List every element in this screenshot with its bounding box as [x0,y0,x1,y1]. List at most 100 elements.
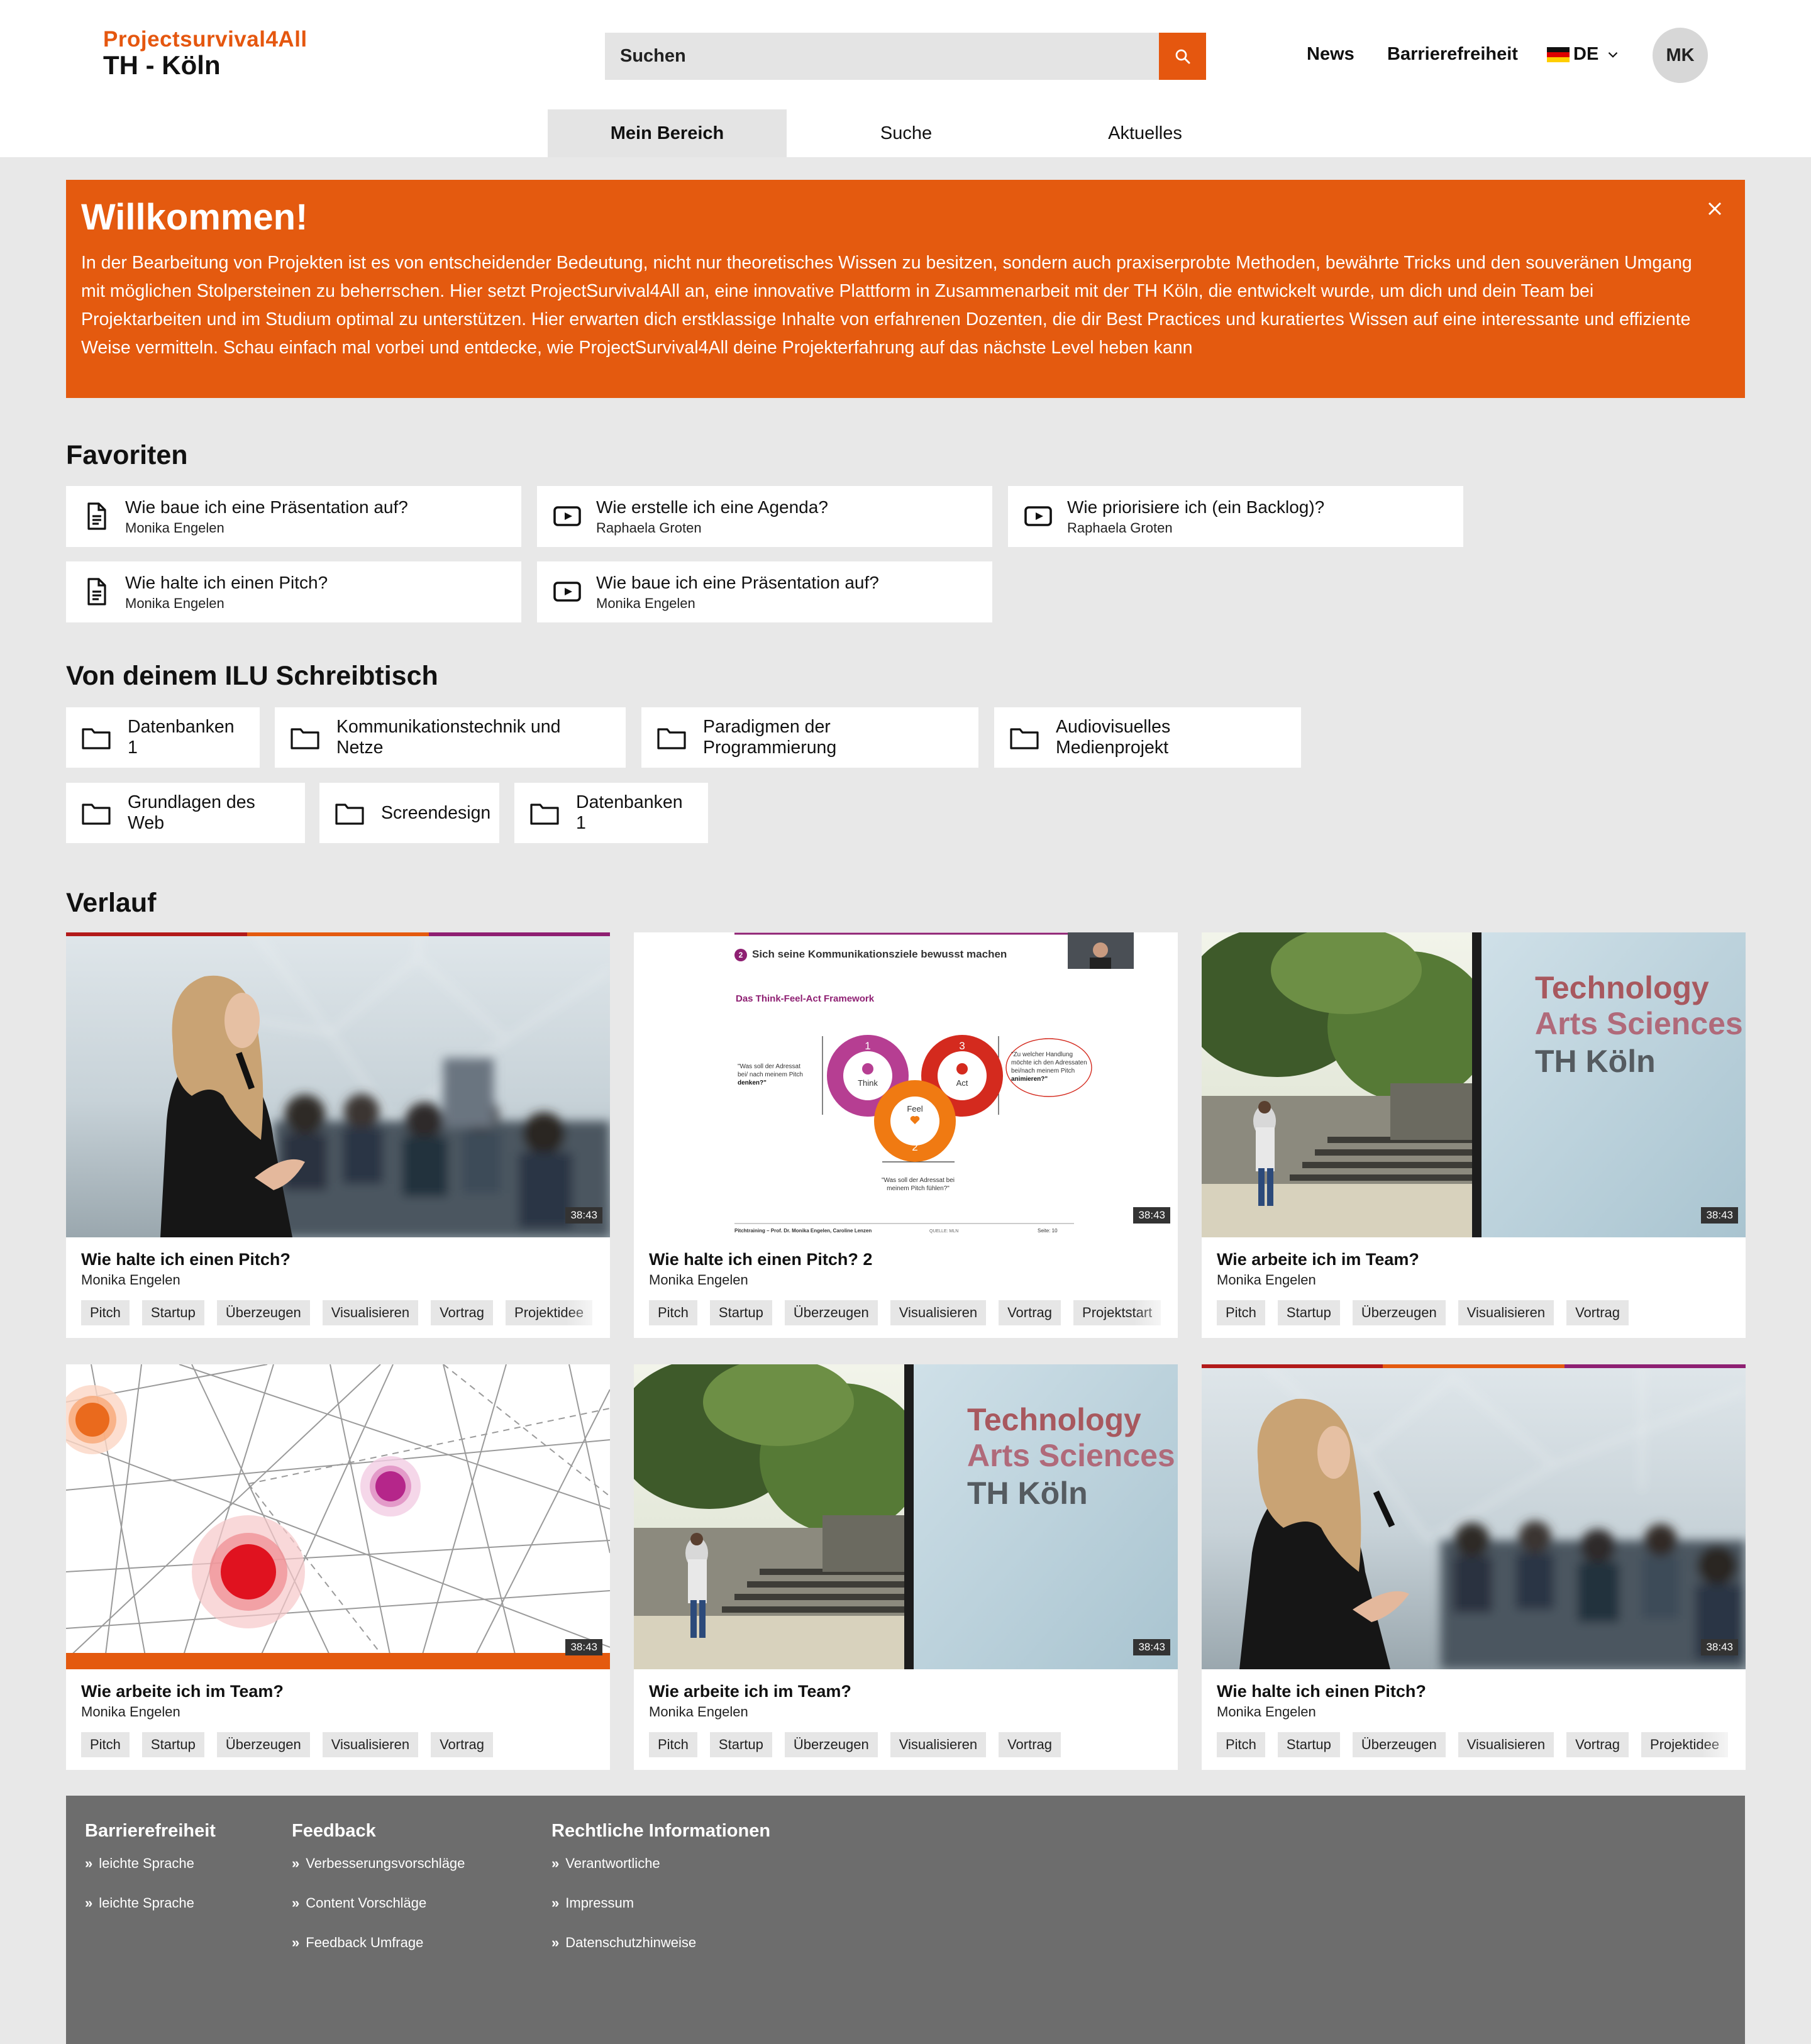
footer-link[interactable]: » leichte Sprache [85,1855,216,1895]
tag[interactable]: Startup [709,1300,772,1325]
sign-line-1: Technology [1535,970,1709,1005]
desk-folder[interactable]: Audiovisuelles Medienprojekt [994,707,1301,768]
tab-mein-bereich[interactable]: Mein Bereich [548,109,787,157]
tag[interactable]: Pitch [81,1732,130,1757]
color-stripe [66,932,610,936]
slide-q-think-1: "Was soll der Adressat [738,1063,800,1070]
tag[interactable]: Pitch [81,1300,130,1325]
welcome-title: Willkommen! [81,197,308,238]
video-thumbnail[interactable]: 38:43 [1202,1364,1746,1669]
tab-aktuelles[interactable]: Aktuelles [1026,109,1265,157]
history-card[interactable]: Technology Arts Sciences TH Köln 38:43 W… [634,1364,1178,1770]
desk-folder[interactable]: Screendesign [319,783,499,843]
search-input[interactable] [605,33,1158,80]
video-title[interactable]: Wie arbeite ich im Team? [1217,1250,1419,1269]
video-thumbnail[interactable]: 38:43 [66,932,610,1237]
logo[interactable]: Projectsurvival4All TH - Köln [103,28,307,79]
footer-link[interactable]: » Datenschutzhinweise [551,1935,770,1974]
video-title[interactable]: Wie halte ich einen Pitch? 2 [649,1250,872,1269]
history-card[interactable]: Technology Arts Sciences TH Köln 38:43 W… [1202,932,1746,1338]
footer: Barrierefreiheit » leichte Sprache » leich… [66,1796,1745,2044]
nav-news[interactable]: News [1307,44,1354,65]
tab-suche[interactable]: Suche [787,109,1026,157]
favorite-item[interactable]: Wie priorisiere ich (ein Backlog)? Rapha… [1008,486,1463,547]
folder-icon [335,804,364,825]
video-title[interactable]: Wie arbeite ich im Team? [649,1682,851,1701]
favorite-item[interactable]: Wie baue ich eine Präsentation auf? Moni… [66,486,521,547]
tag[interactable]: Visualisieren [322,1732,419,1757]
tag[interactable]: Überzeugen [216,1300,310,1325]
tag[interactable]: Startup [141,1732,204,1757]
tag[interactable]: Visualisieren [890,1300,987,1325]
video-thumbnail[interactable]: Technology Arts Sciences TH Köln 38:43 [1202,932,1746,1237]
video-title[interactable]: Wie halte ich einen Pitch? [1217,1682,1426,1701]
tag[interactable]: Überzeugen [784,1732,878,1757]
chevron-right-icon: » [292,1895,300,1911]
welcome-text: In der Bearbeitung von Projekten ist es … [81,253,1692,358]
tag[interactable]: Vortrag [431,1732,494,1757]
tag[interactable]: Vortrag [999,1732,1061,1757]
video-duration: 38:43 [1133,1639,1170,1655]
tag[interactable]: Startup [1277,1300,1340,1325]
search-button[interactable] [1159,33,1206,80]
favorite-item[interactable]: Wie erstelle ich eine Agenda? Raphaela G… [537,486,992,547]
desk-folder[interactable]: Grundlagen des Web [66,783,305,843]
desk-folder[interactable]: Datenbanken 1 [514,783,708,843]
tag[interactable]: Pitch [649,1300,697,1325]
tag[interactable]: Startup [1277,1732,1340,1757]
tag[interactable]: Visualisieren [322,1300,419,1325]
footer-link[interactable]: » leichte Sprache [85,1895,216,1935]
slide-q-think-2: bei/ nach meinem Pitch [738,1071,803,1078]
footer-heading: Rechtliche Informationen [551,1821,771,1841]
tag[interactable]: Vortrag [999,1300,1061,1325]
footer-link[interactable]: » Verantwortliche [551,1855,770,1895]
desk-folder[interactable]: Paradigmen der Programmierung [641,707,978,768]
tag[interactable]: Visualisieren [890,1732,987,1757]
slide-subheading: Das Think-Feel-Act Framework [736,993,875,1004]
favorite-item[interactable]: Wie baue ich eine Präsentation auf? Moni… [537,561,992,622]
video-thumbnail[interactable]: Technology Arts Sciences TH Köln 38:43 [634,1364,1178,1669]
tag[interactable]: Pitch [1217,1300,1265,1325]
footer-link[interactable]: » Verbesserungsvorschläge [292,1855,465,1895]
tag[interactable]: Visualisieren [1458,1300,1554,1325]
main-tabs: Mein Bereich Suche Aktuelles [548,109,1265,157]
sign-line-1: Technology [967,1402,1141,1437]
language-selector[interactable]: DE [1547,44,1621,65]
tag[interactable]: Pitch [649,1732,697,1757]
footer-link[interactable]: » Impressum [551,1895,770,1935]
desk-folder[interactable]: Kommunikationstechnik und Netze [275,707,626,768]
tag[interactable]: Vortrag [431,1300,494,1325]
tag[interactable]: Überzeugen [784,1300,878,1325]
tag[interactable]: Vortrag [1566,1732,1629,1757]
favorite-author: Raphaela Groten [596,520,702,536]
tag[interactable]: Überzeugen [1352,1300,1446,1325]
footer-link[interactable]: » Content Vorschläge [292,1895,465,1935]
video-thumbnail[interactable]: 2 Sich seine Kommunikationsziele bewusst… [634,932,1178,1237]
desk-folder[interactable]: Datenbanken 1 [66,707,260,768]
slide-q-think-3: denken?" [738,1080,767,1086]
video-title[interactable]: Wie arbeite ich im Team? [81,1682,284,1701]
history-card[interactable]: 2 Sich seine Kommunikationsziele bewusst… [634,932,1178,1338]
history-card[interactable]: 38:43 Wie arbeite ich im Team? Monika En… [66,1364,610,1770]
tag[interactable]: Pitch [1217,1732,1265,1757]
nav-accessibility[interactable]: Barrierefreiheit [1387,44,1518,65]
tag[interactable]: Überzeugen [1352,1732,1446,1757]
tag[interactable]: Startup [141,1300,204,1325]
video-title[interactable]: Wie halte ich einen Pitch? [81,1250,291,1269]
footer-link[interactable]: » Feedback Umfrage [292,1935,465,1974]
tag[interactable]: Startup [709,1732,772,1757]
tag[interactable]: Vortrag [1566,1300,1629,1325]
footer-link-label: Verantwortliche [565,1855,660,1871]
sign-line-3: TH Köln [1535,1044,1656,1079]
tag[interactable]: Visualisieren [1458,1732,1554,1757]
footer-column-legal: Rechtliche Informationen » Verantwortlich… [551,1821,770,1974]
tag[interactable]: Überzeugen [216,1732,310,1757]
favorite-item[interactable]: Wie halte ich einen Pitch? Monika Engele… [66,561,521,622]
video-duration: 38:43 [1701,1639,1738,1655]
folder-icon [530,804,559,825]
close-icon[interactable] [1703,197,1726,220]
video-thumbnail[interactable]: 38:43 [66,1364,610,1669]
history-card[interactable]: 38:43 Wie halte ich einen Pitch? Monika … [1202,1364,1746,1770]
avatar[interactable]: MK [1653,28,1708,83]
history-card[interactable]: 38:43 Wie halte ich einen Pitch? Monika … [66,932,610,1338]
